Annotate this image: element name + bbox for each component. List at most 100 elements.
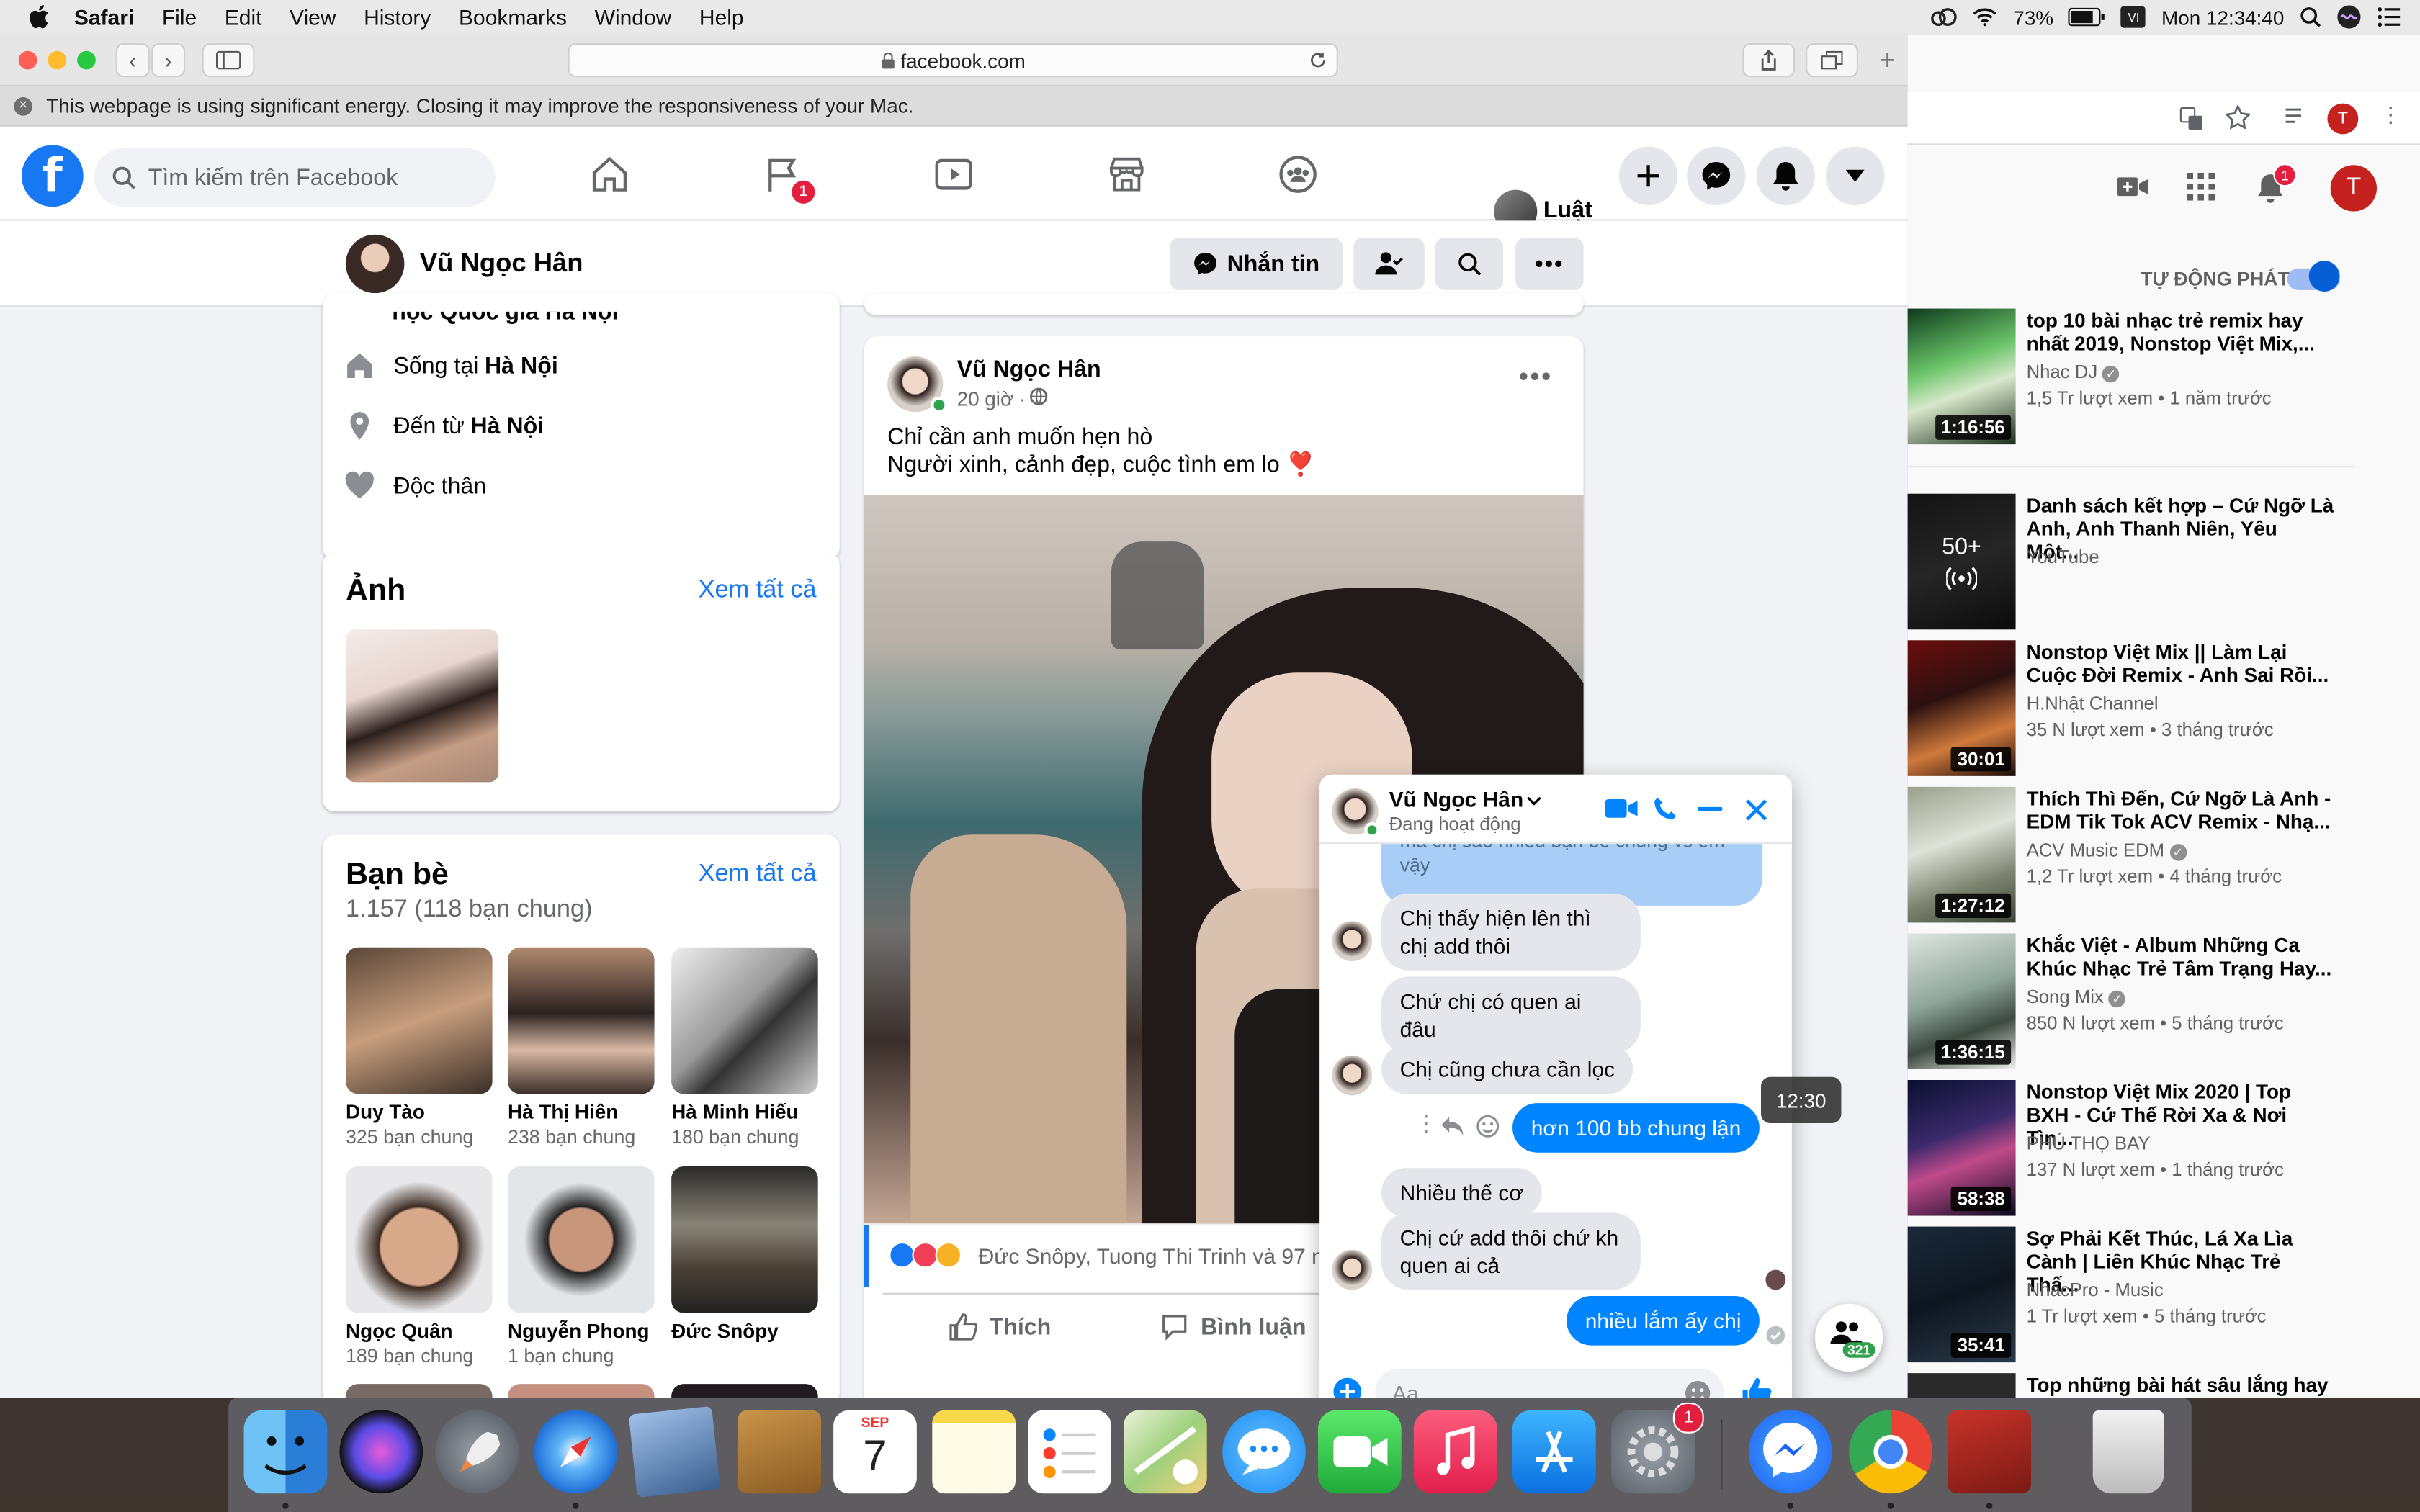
video-title[interactable]: Top những bài hát sâu lắng hay [2027, 1373, 2336, 1396]
bookmark-star-icon[interactable] [2226, 104, 2251, 130]
photos-see-all-link[interactable]: Xem tất cả [699, 577, 817, 605]
forward-button[interactable]: › [151, 43, 186, 78]
launchpad-rocket-icon[interactable] [435, 1410, 519, 1494]
menu-window[interactable]: Window [595, 4, 672, 29]
friend-name[interactable]: Hà Thị Hiên [508, 1100, 655, 1123]
friend-photo[interactable] [671, 947, 818, 1094]
video-list-item[interactable]: 50+ Danh sách kết hợp – Cứ Ngỡ Là Anh, A… [1907, 493, 2420, 636]
siri-icon[interactable] [2336, 4, 2361, 29]
minimize-window-button[interactable] [48, 50, 67, 70]
tabs-overview-button[interactable] [1806, 43, 1858, 78]
profile-more-button[interactable]: ••• [1515, 238, 1584, 290]
friend-status-button[interactable] [1353, 238, 1425, 290]
profile-avatar[interactable] [346, 234, 405, 294]
video-list-item[interactable]: 1:16:56 top 10 bài nhạc trẻ remix hay nh… [1907, 308, 2420, 451]
messenger-button[interactable] [1687, 146, 1746, 205]
youtube-avatar[interactable]: T [2330, 165, 2377, 212]
create-video-icon[interactable] [2118, 176, 2148, 197]
friends-see-all-link[interactable]: Xem tất cả [699, 861, 817, 889]
menu-view[interactable]: View [290, 4, 336, 29]
contacts-launcher-button[interactable]: 321 [1815, 1303, 1883, 1372]
apple-icon[interactable] [28, 4, 50, 29]
friend-card[interactable]: Ngọc Quân 189 bạn chung [346, 1166, 493, 1367]
video-thumbnail[interactable]: 1:16:56 [1907, 308, 2016, 445]
friend-name[interactable]: Duy Tào [346, 1100, 493, 1123]
home-icon[interactable] [590, 154, 630, 194]
video-channel[interactable]: YouTube [2027, 546, 2099, 568]
reading-list-icon[interactable] [2284, 107, 2308, 128]
friend-photo[interactable] [671, 1166, 818, 1313]
video-thumbnail[interactable]: 1:36:15 [1907, 933, 2016, 1069]
create-button[interactable] [1618, 146, 1678, 205]
wifi-icon[interactable] [1973, 8, 1998, 27]
video-title[interactable]: top 10 bài nhạc trẻ remix hay nhất 2019,… [2027, 309, 2336, 355]
video-title[interactable]: Thích Thì Đến, Cứ Ngỡ Là Anh - EDM Tik T… [2027, 787, 2336, 833]
mail-stamp-icon[interactable] [628, 1405, 721, 1498]
finder-icon[interactable] [243, 1410, 328, 1494]
post-time[interactable]: 20 giờ · [957, 387, 1026, 410]
message-options-icon[interactable]: ⋮ [1415, 1112, 1437, 1134]
video-list-item[interactable]: 1:36:15 Khắc Việt - Album Những Ca Khúc … [1907, 933, 2420, 1075]
battery-icon[interactable] [2069, 7, 2105, 27]
intro-lives-city[interactable]: Hà Nội [485, 353, 558, 379]
chrome-profile-avatar[interactable]: T [2327, 103, 2359, 135]
contacts-book-icon[interactable] [738, 1410, 821, 1494]
menu-help[interactable]: Help [699, 4, 744, 29]
video-list-item[interactable]: 30:01 Nonstop Việt Mix || Làm Lại Cuộc Đ… [1907, 640, 2420, 782]
share-button[interactable] [1742, 43, 1796, 78]
friend-name[interactable]: Ngọc Quân [346, 1319, 493, 1342]
video-thumbnail[interactable]: 58:38 [1907, 1080, 2016, 1216]
facebook-search-input[interactable]: Tìm kiếm trên Facebook [94, 148, 496, 207]
app-store-icon[interactable] [1512, 1410, 1596, 1494]
friend-card[interactable]: Hà Minh Hiếu 180 bạn chung [671, 947, 818, 1148]
post-more-icon[interactable]: ••• [1519, 361, 1553, 393]
video-list-item[interactable]: 58:38 Nonstop Việt Mix 2020 | Top BXH - … [1907, 1080, 2420, 1222]
maps-icon[interactable] [1124, 1410, 1207, 1494]
notification-center-icon[interactable] [2377, 6, 2401, 28]
video-thumbnail[interactable]: 30:01 [1907, 640, 2016, 776]
notes-icon[interactable] [932, 1410, 1016, 1494]
photo-booth-icon[interactable] [1948, 1410, 2031, 1494]
close-chat-icon[interactable] [1744, 798, 1768, 822]
minimize-chat-icon[interactable] [1698, 806, 1723, 814]
translate-icon[interactable] [2179, 107, 2204, 131]
photo-thumbnail[interactable] [346, 629, 499, 783]
video-title[interactable]: Nonstop Việt Mix || Làm Lại Cuộc Đời Rem… [2027, 640, 2336, 686]
address-bar[interactable]: facebook.com [568, 43, 1338, 78]
video-channel[interactable]: ACV Music EDM ✓ [2027, 840, 2187, 861]
video-channel[interactable]: NhacPro - Music [2027, 1279, 2164, 1300]
chat-message-input[interactable]: Aa [1375, 1368, 1724, 1398]
phone-call-icon[interactable] [1653, 796, 1677, 821]
spotlight-search-icon[interactable] [2300, 6, 2321, 28]
siri-icon[interactable] [339, 1410, 424, 1494]
mix-thumbnail[interactable]: 50+ [1907, 493, 2016, 630]
menu-bookmarks[interactable]: Bookmarks [459, 4, 567, 29]
plus-circle-icon[interactable] [1333, 1377, 1361, 1398]
marketplace-icon[interactable] [1106, 154, 1147, 194]
send-message-button[interactable]: Nhắn tin [1170, 238, 1343, 290]
friend-card[interactable]: Duy Tào 325 bạn chung [346, 947, 493, 1148]
friend-name[interactable]: Hà Minh Hiếu [671, 1100, 818, 1123]
notifications-button[interactable] [1756, 146, 1815, 205]
messenger-app-icon[interactable] [1748, 1410, 1832, 1494]
profile-name[interactable]: Vũ Ngọc Hân [420, 248, 583, 279]
friend-photo[interactable] [346, 1166, 493, 1313]
menu-edit[interactable]: Edit [225, 4, 262, 29]
chevron-down-icon[interactable] [1526, 795, 1541, 807]
video-list-item[interactable]: 1:27:12 Thích Thì Đến, Cứ Ngỡ Là Anh - E… [1907, 786, 2420, 929]
post-author-name[interactable]: Vũ Ngọc Hân [957, 356, 1101, 382]
account-menu-button[interactable] [1826, 146, 1885, 205]
video-thumbnail[interactable]: 1:27:12 [1907, 786, 2016, 923]
calendar-icon[interactable]: SEP 7 [833, 1410, 917, 1494]
emoji-icon[interactable] [1684, 1380, 1712, 1398]
friend-card[interactable]: Hà Thị Hiên 238 bạn chung [508, 947, 655, 1148]
thumbs-up-send-icon[interactable] [1741, 1376, 1772, 1398]
friend-name[interactable]: Nguyễn Phong [508, 1319, 655, 1342]
video-thumbnail[interactable] [1907, 1373, 2016, 1398]
new-tab-button[interactable]: + [1872, 46, 1903, 77]
reload-icon[interactable] [1309, 51, 1327, 70]
messages-icon[interactable] [1222, 1410, 1306, 1494]
friend-card[interactable]: Đức Snôpy [671, 1166, 818, 1346]
input-method-icon[interactable]: VI [2121, 6, 2146, 28]
back-button[interactable]: ‹ [115, 43, 150, 78]
